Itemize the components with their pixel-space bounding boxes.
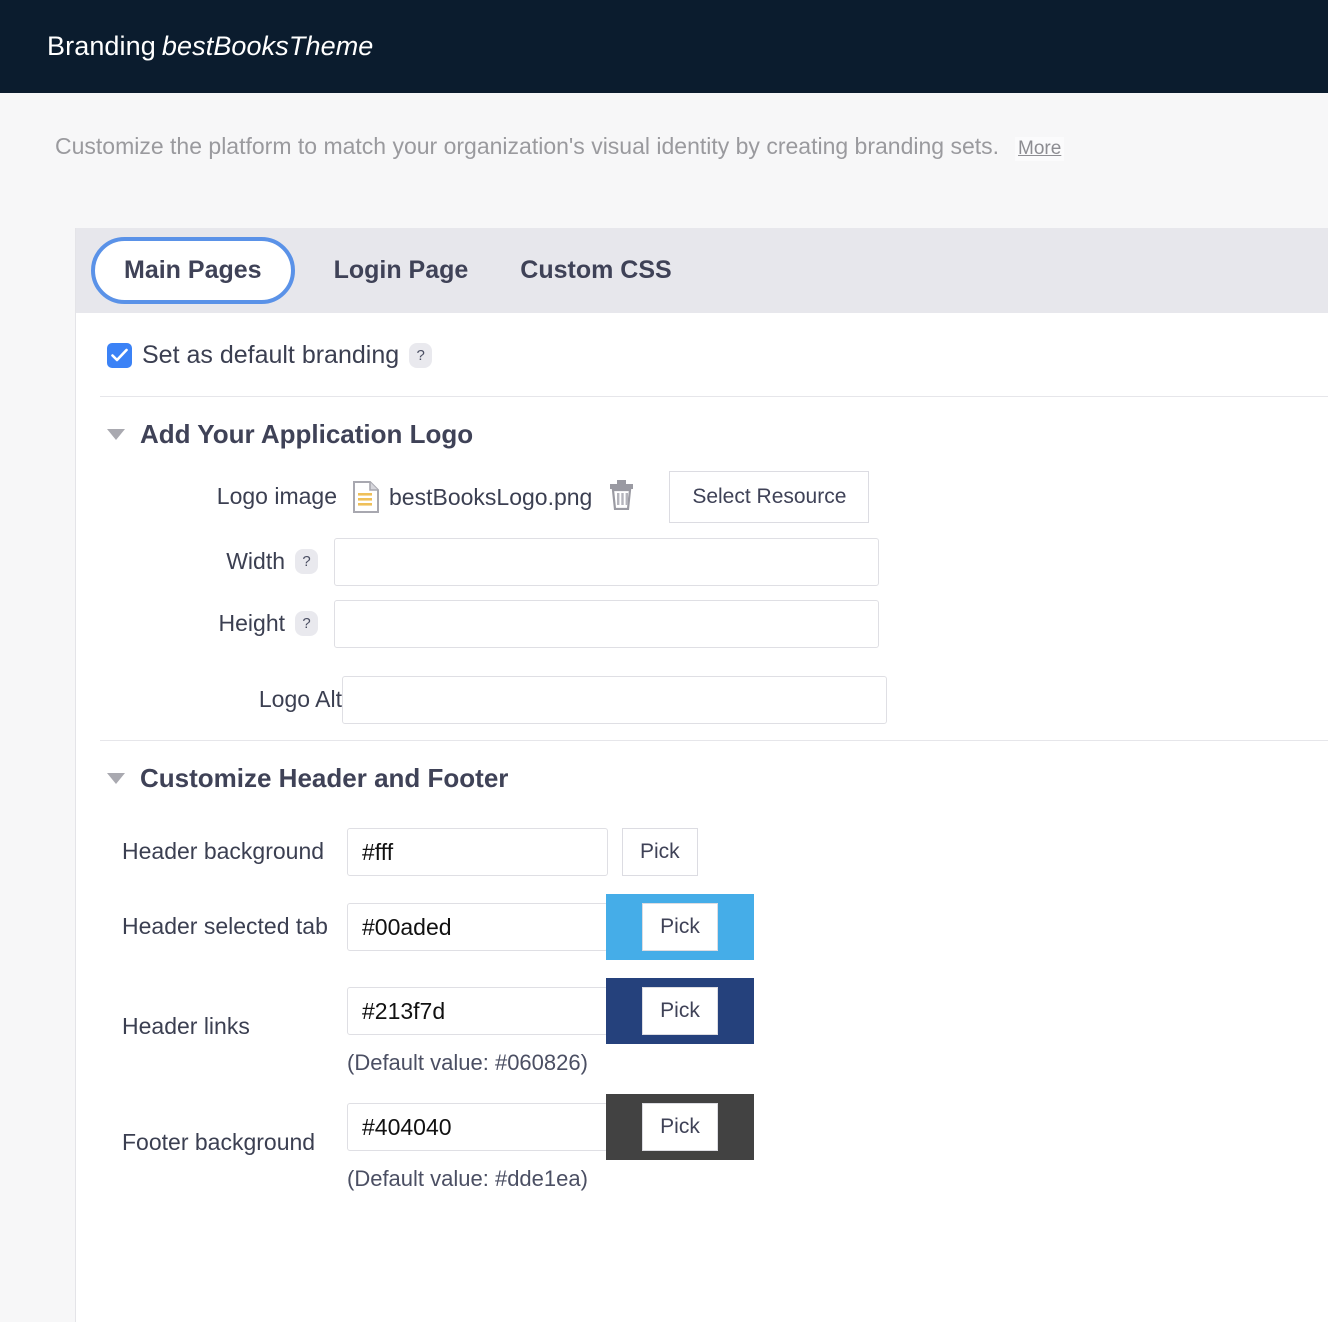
theme-name: bestBooksTheme bbox=[161, 31, 374, 61]
footer-background-input[interactable] bbox=[347, 1103, 608, 1151]
header-footer-section-title: Customize Header and Footer bbox=[140, 763, 509, 793]
logo-alt-label: Logo Alt bbox=[258, 686, 342, 713]
default-branding-help-icon[interactable]: ? bbox=[409, 343, 433, 368]
header-links-swatch: Pick bbox=[606, 978, 754, 1044]
app-header: Branding bestBooksTheme bbox=[0, 0, 1328, 93]
header-background-swatch: Pick bbox=[622, 828, 698, 876]
logo-image-label: Logo image bbox=[216, 483, 337, 510]
set-default-branding-checkbox[interactable] bbox=[107, 343, 132, 368]
logo-width-help-icon[interactable]: ? bbox=[295, 549, 318, 575]
logo-height-input[interactable] bbox=[334, 600, 879, 648]
color-row-header-selected-tab: Header selected tab Pick bbox=[76, 894, 1328, 960]
logo-height-row: Height ? bbox=[76, 586, 1328, 648]
chevron-down-icon-2[interactable] bbox=[107, 773, 125, 784]
logo-width-row: Width ? bbox=[76, 528, 1328, 586]
header-background-pick-button[interactable]: Pick bbox=[622, 828, 698, 876]
header-background-input[interactable] bbox=[347, 828, 608, 876]
header-selected-tab-swatch: Pick bbox=[606, 894, 754, 960]
chevron-down-icon[interactable] bbox=[107, 429, 125, 440]
color-row-header-links: Header links Pick (Default value: #06082… bbox=[76, 978, 1328, 1076]
header-links-input[interactable] bbox=[347, 987, 608, 1035]
logo-alt-input[interactable] bbox=[342, 676, 887, 724]
header-links-pick-button[interactable]: Pick bbox=[642, 987, 718, 1035]
footer-background-pick-button[interactable]: Pick bbox=[642, 1103, 718, 1151]
header-links-default-hint: (Default value: #060826) bbox=[347, 1050, 588, 1075]
logo-section-title: Add Your Application Logo bbox=[140, 419, 474, 449]
header-selected-tab-label: Header selected tab bbox=[122, 913, 328, 940]
page-title: Branding bestBooksTheme bbox=[47, 31, 373, 62]
more-link[interactable]: More bbox=[1015, 137, 1065, 161]
header-selected-tab-pick-button[interactable]: Pick bbox=[642, 903, 718, 951]
logo-height-label: Height bbox=[218, 610, 285, 637]
logo-height-help-icon[interactable]: ? bbox=[295, 611, 318, 637]
header-background-label: Header background bbox=[122, 838, 325, 865]
logo-width-input[interactable] bbox=[334, 538, 879, 586]
footer-background-label: Footer background bbox=[122, 1129, 316, 1156]
logo-section-header: Add Your Application Logo bbox=[76, 397, 1328, 466]
file-icon bbox=[353, 481, 379, 513]
footer-background-default-hint: (Default value: #dde1ea) bbox=[347, 1166, 588, 1191]
tab-main-pages[interactable]: Main Pages bbox=[91, 237, 295, 304]
logo-image-row: Logo image bestBooksLogo.png Select Reso… bbox=[76, 466, 1328, 528]
set-default-branding-label: Set as default branding bbox=[142, 341, 400, 369]
panel-body: Set as default branding ? Add Your Appli… bbox=[76, 313, 1328, 1192]
header-links-label: Header links bbox=[122, 1013, 250, 1040]
page-title-prefix: Branding bbox=[47, 31, 156, 61]
checkmark-icon bbox=[111, 348, 128, 362]
tab-custom-css[interactable]: Custom CSS bbox=[494, 244, 697, 297]
logo-file-name: bestBooksLogo.png bbox=[389, 483, 593, 510]
footer-background-swatch: Pick bbox=[606, 1094, 754, 1160]
header-selected-tab-input[interactable] bbox=[347, 903, 608, 951]
default-branding-row: Set as default branding ? bbox=[76, 313, 1328, 396]
branding-panel: Main Pages Login Page Custom CSS Set as … bbox=[75, 228, 1328, 1322]
page-description-text: Customize the platform to match your org… bbox=[55, 133, 1000, 159]
logo-alt-row: Logo Alt bbox=[76, 648, 1328, 740]
select-resource-button[interactable]: Select Resource bbox=[669, 471, 870, 523]
color-row-footer-background: Footer background Pick (Default value: #… bbox=[76, 1094, 1328, 1192]
page-description: Customize the platform to match your org… bbox=[0, 93, 1328, 161]
tab-strip: Main Pages Login Page Custom CSS bbox=[76, 228, 1328, 313]
tab-login-page[interactable]: Login Page bbox=[308, 244, 495, 297]
delete-icon[interactable] bbox=[608, 479, 635, 515]
logo-width-label: Width bbox=[226, 548, 285, 575]
header-footer-section-header: Customize Header and Footer bbox=[76, 741, 1328, 810]
color-row-header-background: Header background Pick bbox=[76, 828, 1328, 876]
